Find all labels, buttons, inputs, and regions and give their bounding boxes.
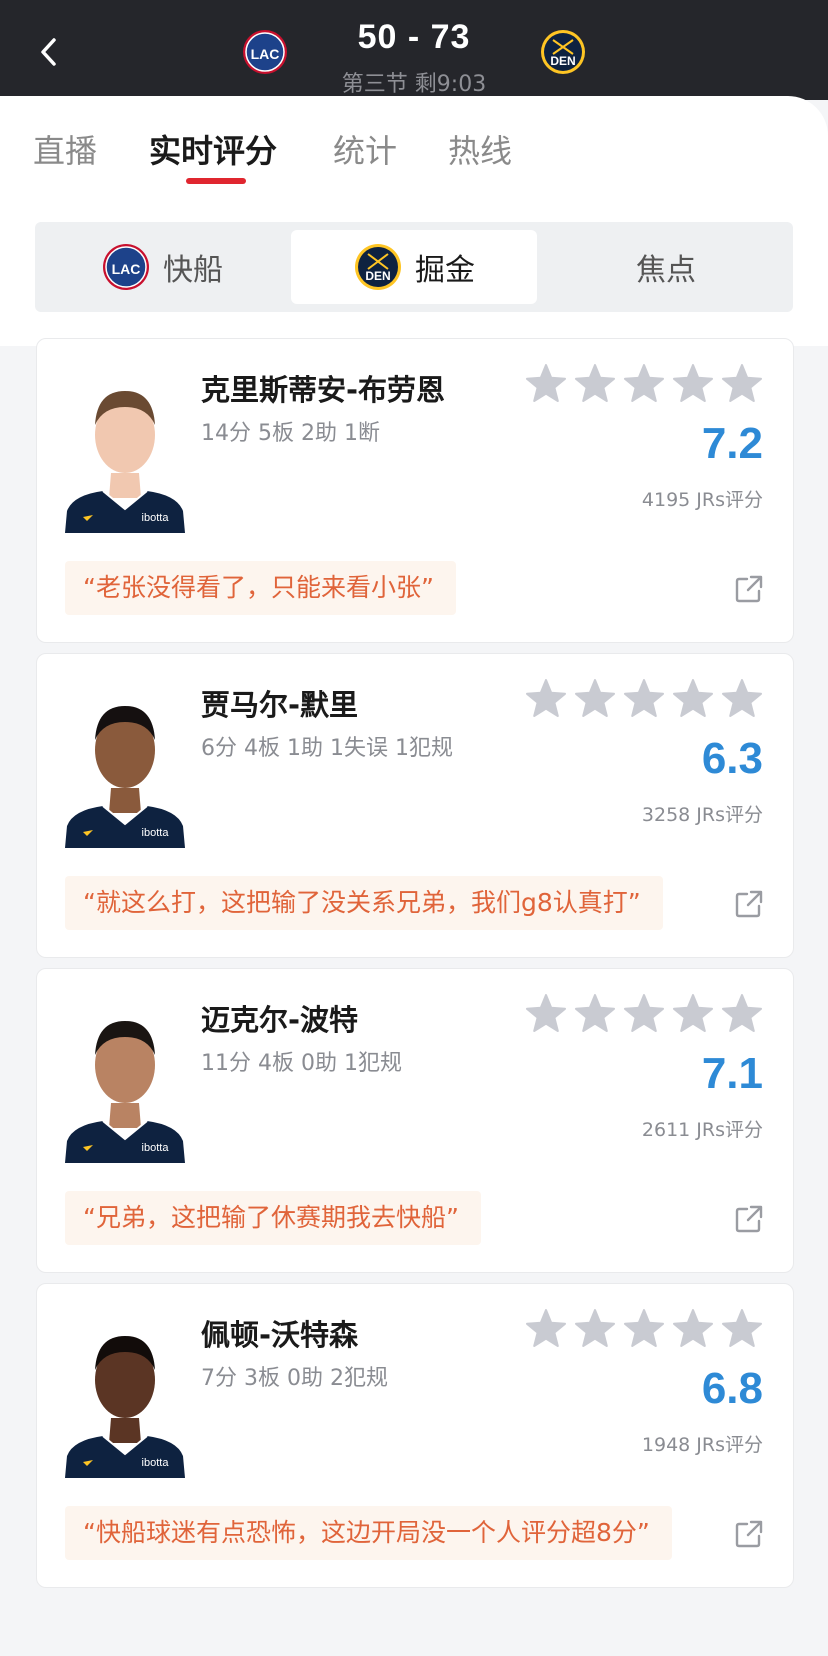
star-icon[interactable] [574,993,616,1035]
lac-logo-text: LAC [251,46,280,62]
segment-label: 掘金 [415,253,475,288]
star-icon[interactable] [672,678,714,720]
segment-logo-text: DEN [365,269,390,283]
den-logo-text: DEN [550,54,575,68]
rating-votes: 1948 JRs评分 [641,1434,763,1456]
rating-stars[interactable] [525,993,763,1035]
star-icon[interactable] [574,678,616,720]
jersey-sponsor-text: ibotta [142,827,170,839]
clippers-logo-icon: LAC [103,244,149,290]
star-icon[interactable] [574,363,616,405]
rating-stars[interactable] [525,678,763,720]
tab-live[interactable]: 直播 [33,126,97,172]
player-name: 贾马尔-默里 [201,688,359,722]
star-icon[interactable] [721,1308,763,1350]
rating-votes: 2611 JRs评分 [641,1119,763,1141]
player-stats: 7分 3板 0助 2犯规 [201,1366,388,1391]
jersey-sponsor-text: ibotta [142,1142,170,1154]
game-header: LAC 50 - 73 第三节 剩9:03 DEN [0,0,828,100]
player-quote: “就这么打，这把输了没关系兄弟，我们g8认真打” [65,876,663,930]
game-period: 第三节 剩9:03 [341,72,487,97]
star-icon[interactable] [525,678,567,720]
star-icon[interactable] [574,1308,616,1350]
player-avatar: ibotta [63,993,187,1163]
segment-logo-text: LAC [112,261,141,277]
tab-hotline[interactable]: 热线 [448,126,512,172]
star-icon[interactable] [672,993,714,1035]
star-icon[interactable] [721,363,763,405]
player-rating: 7.1 [701,1049,763,1098]
star-icon[interactable] [525,363,567,405]
game-score: 50 - 73 [357,18,471,56]
star-icon[interactable] [721,993,763,1035]
player-avatar: ibotta [63,363,187,533]
star-icon[interactable] [525,1308,567,1350]
star-icon[interactable] [525,993,567,1035]
player-stats: 14分 5板 2助 1断 [201,421,380,446]
rating-stars[interactable] [525,1308,763,1350]
player-avatar: ibotta [63,678,187,848]
tab-stats[interactable]: 统计 [333,126,397,172]
player-stats: 6分 4板 1助 1失误 1犯规 [201,736,453,761]
player-rating-card[interactable]: ibotta 佩顿-沃特森 7分 3板 0助 2犯规 6.8 1948 JRs评… [36,1283,794,1588]
rating-votes: 4195 JRs评分 [641,489,763,511]
star-icon[interactable] [623,993,665,1035]
tab-live-ratings[interactable]: 实时评分 [149,126,277,172]
main-tabs: 直播 实时评分 统计 热线 [0,96,828,189]
share-icon[interactable] [735,890,763,918]
clippers-logo-icon: LAC [243,30,287,74]
player-stats: 11分 4板 0助 1犯规 [201,1051,402,1076]
star-icon[interactable] [623,363,665,405]
player-name: 佩顿-沃特森 [201,1318,359,1352]
segment-clippers[interactable]: LAC 快船 [35,222,289,312]
jersey-sponsor-text: ibotta [142,512,170,524]
star-icon[interactable] [672,1308,714,1350]
rating-votes: 3258 JRs评分 [641,804,763,826]
jersey-sponsor-text: ibotta [142,1457,170,1469]
player-rating-card[interactable]: ibotta 迈克尔-波特 11分 4板 0助 1犯规 7.1 2611 JRs… [36,968,794,1273]
star-icon[interactable] [623,1308,665,1350]
player-rating-card[interactable]: ibotta 克里斯蒂安-布劳恩 14分 5板 2助 1断 7.2 4195 J… [36,338,794,643]
rating-stars[interactable] [525,363,763,405]
nuggets-logo-icon: DEN [541,30,585,74]
player-quote: “兄弟，这把输了休赛期我去快船” [65,1191,481,1245]
nuggets-logo-icon: DEN [355,244,401,290]
player-name: 迈克尔-波特 [201,1003,359,1037]
share-icon[interactable] [735,1520,763,1548]
player-quote: “快船球迷有点恐怖，这边开局没一个人评分超8分” [65,1506,672,1560]
player-rating-card[interactable]: ibotta 贾马尔-默里 6分 4板 1助 1失误 1犯规 6.3 3258 … [36,653,794,958]
segment-label: 快船 [163,253,223,288]
player-rating: 6.8 [701,1364,763,1413]
player-quote: “老张没得看了，只能来看小张” [65,561,456,615]
share-icon[interactable] [735,1205,763,1233]
segment-label: 焦点 [636,253,696,288]
player-rating: 7.2 [701,419,763,468]
team-filter-area: LAC 快船 DEN 掘金 焦点 [0,188,828,346]
star-icon[interactable] [721,678,763,720]
star-icon[interactable] [623,678,665,720]
team-segmented-control: LAC 快船 DEN 掘金 焦点 [35,222,793,312]
segment-focus[interactable]: 焦点 [539,222,793,312]
chevron-left-icon[interactable] [32,34,68,70]
player-rating: 6.3 [701,734,763,783]
player-name: 克里斯蒂安-布劳恩 [201,373,446,407]
share-icon[interactable] [735,575,763,603]
active-tab-indicator [186,178,246,184]
star-icon[interactable] [672,363,714,405]
player-avatar: ibotta [63,1308,187,1478]
segment-nuggets[interactable]: DEN 掘金 [291,230,537,304]
